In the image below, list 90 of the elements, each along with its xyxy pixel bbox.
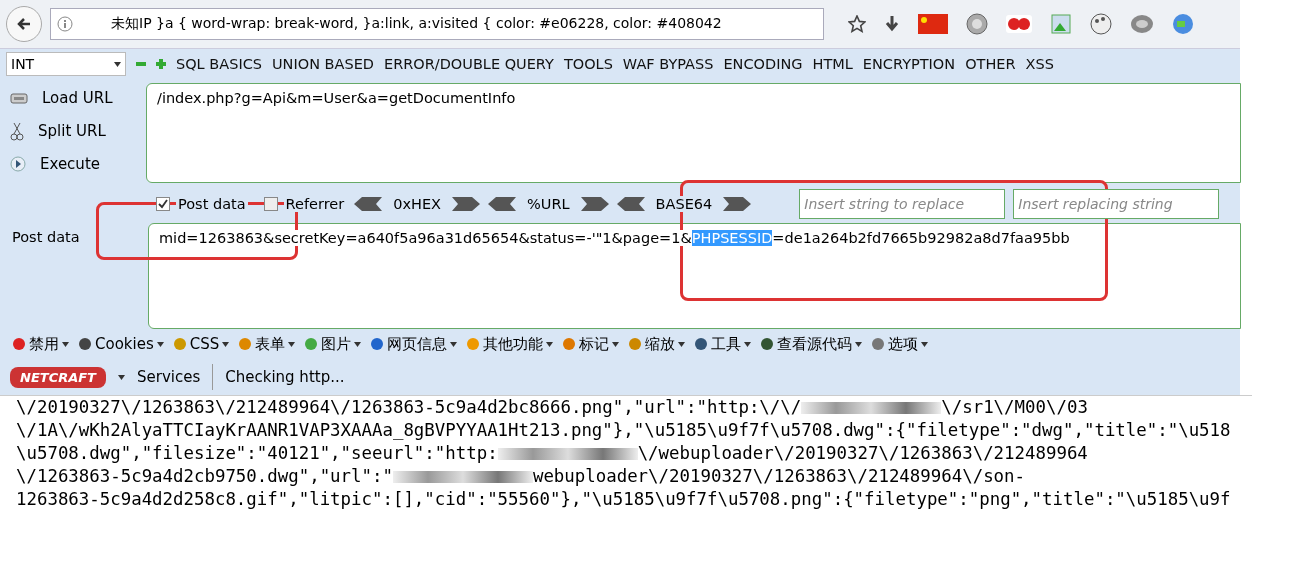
address-field[interactable]: 未知IP }a { word-wrap: break-word, }a:link, a:visited { color: #e06228, color: #408042: [50, 8, 824, 40]
left-arrow-icon[interactable]: [616, 197, 645, 211]
caret-icon[interactable]: [354, 341, 362, 347]
dot-icon[interactable]: [760, 337, 775, 351]
toolbar-menu[interactable]: 禁用: [29, 334, 59, 354]
toolbar-menu[interactable]: 选项: [888, 334, 919, 354]
toolbar-menu[interactable]: 图片: [321, 334, 352, 354]
action-button[interactable]: Load URL: [10, 85, 146, 110]
dot-icon[interactable]: [871, 337, 886, 351]
dot-icon[interactable]: [238, 337, 253, 351]
url-textarea[interactable]: /index.php?g=Api&m=User&a=getDocumentInfo: [146, 83, 1241, 183]
caret-icon[interactable]: [612, 341, 620, 347]
back-icon[interactable]: [16, 16, 32, 32]
star-icon[interactable]: [848, 15, 866, 33]
hackbar-menu[interactable]: HTML: [812, 56, 853, 72]
dot-icon[interactable]: [78, 337, 92, 351]
toolbar-menu[interactable]: 其他功能: [483, 334, 544, 354]
hackbar-menu[interactable]: UNION BASED: [272, 56, 374, 72]
toolbar-menu[interactable]: 工具: [711, 334, 742, 354]
right-arrow-icon[interactable]: [580, 197, 609, 211]
image-icon[interactable]: [1050, 13, 1072, 35]
toolbar-menu[interactable]: CSS: [189, 335, 220, 353]
hackbar-menu[interactable]: OTHER: [965, 56, 1016, 72]
caret-icon[interactable]: [114, 61, 121, 67]
toolbar-menu[interactable]: 网页信息: [387, 334, 448, 354]
response-text: \/1A\/wKh2AlyaTTCIayKrAANR1VAP3XAAAa_8gBVPYYAA1Ht213.png"},"\u5185\u9f7f\u5708.dwg":{"filetype":"dwg","title":"\u518: [16, 419, 1231, 442]
right-arrow-icon[interactable]: [723, 197, 752, 211]
services-menu[interactable]: Services: [137, 368, 201, 386]
caret-icon[interactable]: [118, 374, 125, 380]
caret-icon[interactable]: [450, 341, 458, 347]
response-text: \u5708.dwg","filesize":"40121","seeurl":"http:: [16, 442, 498, 465]
dot-icon[interactable]: [466, 337, 481, 351]
encode-button[interactable]: %URL: [524, 196, 573, 212]
hackbar-menu[interactable]: WAF BYPASS: [622, 56, 714, 72]
back-button[interactable]: [6, 6, 42, 42]
action-button[interactable]: Split URL: [10, 118, 146, 143]
caret-icon[interactable]: [921, 341, 929, 347]
dot-icon[interactable]: [562, 337, 577, 351]
dot-icon[interactable]: [304, 337, 319, 351]
palette-icon[interactable]: [1090, 13, 1112, 35]
caret-icon[interactable]: [156, 341, 164, 347]
hackbar-menu[interactable]: ENCRYPTION: [862, 56, 956, 72]
caret-icon[interactable]: [546, 341, 554, 347]
caret-icon[interactable]: [62, 341, 69, 347]
checkbox-label[interactable]: Post data: [176, 196, 248, 212]
download-icon[interactable]: [884, 15, 900, 33]
checkbox[interactable]: [156, 197, 170, 211]
caret-icon[interactable]: [678, 341, 686, 347]
replace-field[interactable]: Insert replacing string: [1013, 189, 1220, 219]
response-text: \/20190327\/1263863\/212489964\/1263863-5c9a4d2bc8666.png","url":"http:\/\/: [16, 396, 802, 419]
caret-icon[interactable]: [855, 341, 863, 347]
replace-field[interactable]: Insert string to replace: [799, 189, 1006, 219]
hackbar-menu[interactable]: XSS: [1025, 56, 1054, 72]
dot-icon[interactable]: [628, 337, 643, 351]
checkbox[interactable]: [263, 197, 278, 211]
post-data-textarea[interactable]: mid=1263863&secretKey=a640f5a96a31d65654&status=-'"1&page=1&PHPSESSID=de1a264b2fd7665b92982a8d7faa95bb: [148, 223, 1241, 329]
hackbar-menu[interactable]: ERROR/DOUBLE QUERY: [384, 56, 554, 72]
caret-icon[interactable]: [744, 341, 752, 347]
toolbar-menu[interactable]: Cookies: [95, 335, 154, 353]
hackbar-menu[interactable]: SQL BASICS: [176, 56, 262, 72]
caret-icon[interactable]: [288, 341, 296, 347]
response-text: 1263863-5c9a4d2d258c8.gif","litpic":[],"cid":"55560"},"\u5185\u9f7f\u5708.png":{"filetype":"png","title":"\u5185\u9f: [16, 488, 1231, 511]
response-text: webuploader\/20190327\/1263863\/212489964\/son-: [532, 465, 1025, 488]
netcraft-logo[interactable]: NETCRAFT: [10, 366, 106, 388]
post-data-label: Post data: [12, 229, 80, 245]
hackbar-menu[interactable]: ENCODING: [723, 56, 803, 72]
dot-icon[interactable]: [370, 337, 385, 351]
left-arrow-icon[interactable]: [488, 197, 517, 211]
type-select[interactable]: INT: [6, 52, 126, 76]
right-arrow-icon[interactable]: [452, 197, 481, 211]
scissors-icon: [10, 120, 24, 141]
response-text: \/1263863-5c9a4d2cb9750.dwg","url":": [16, 465, 393, 488]
toolbar-menu[interactable]: 查看源代码: [777, 334, 853, 354]
checkbox-label[interactable]: Referrer: [283, 196, 347, 212]
response-text: \/webuploader\/20190327\/1263863\/212489964: [637, 442, 1088, 465]
response-text: \/sr1\/M00\/03: [941, 396, 1088, 419]
left-arrow-icon[interactable]: [354, 197, 383, 211]
hackbar-menu[interactable]: TOOLS: [563, 56, 613, 72]
toolbar-menu[interactable]: 缩放: [645, 334, 676, 354]
toolbar-menu[interactable]: 表单: [255, 334, 286, 354]
info-icon[interactable]: [57, 16, 73, 32]
toolbar-menu[interactable]: 标记: [579, 334, 610, 354]
play-icon: [10, 155, 26, 172]
status-text: Checking http...: [225, 368, 345, 386]
dot-icon[interactable]: [12, 337, 26, 351]
dot-icon[interactable]: [172, 337, 187, 351]
dot-icon[interactable]: [694, 337, 709, 351]
action-button[interactable]: Execute: [10, 151, 146, 176]
caret-icon[interactable]: [222, 341, 230, 347]
flag-icon[interactable]: [918, 14, 948, 34]
